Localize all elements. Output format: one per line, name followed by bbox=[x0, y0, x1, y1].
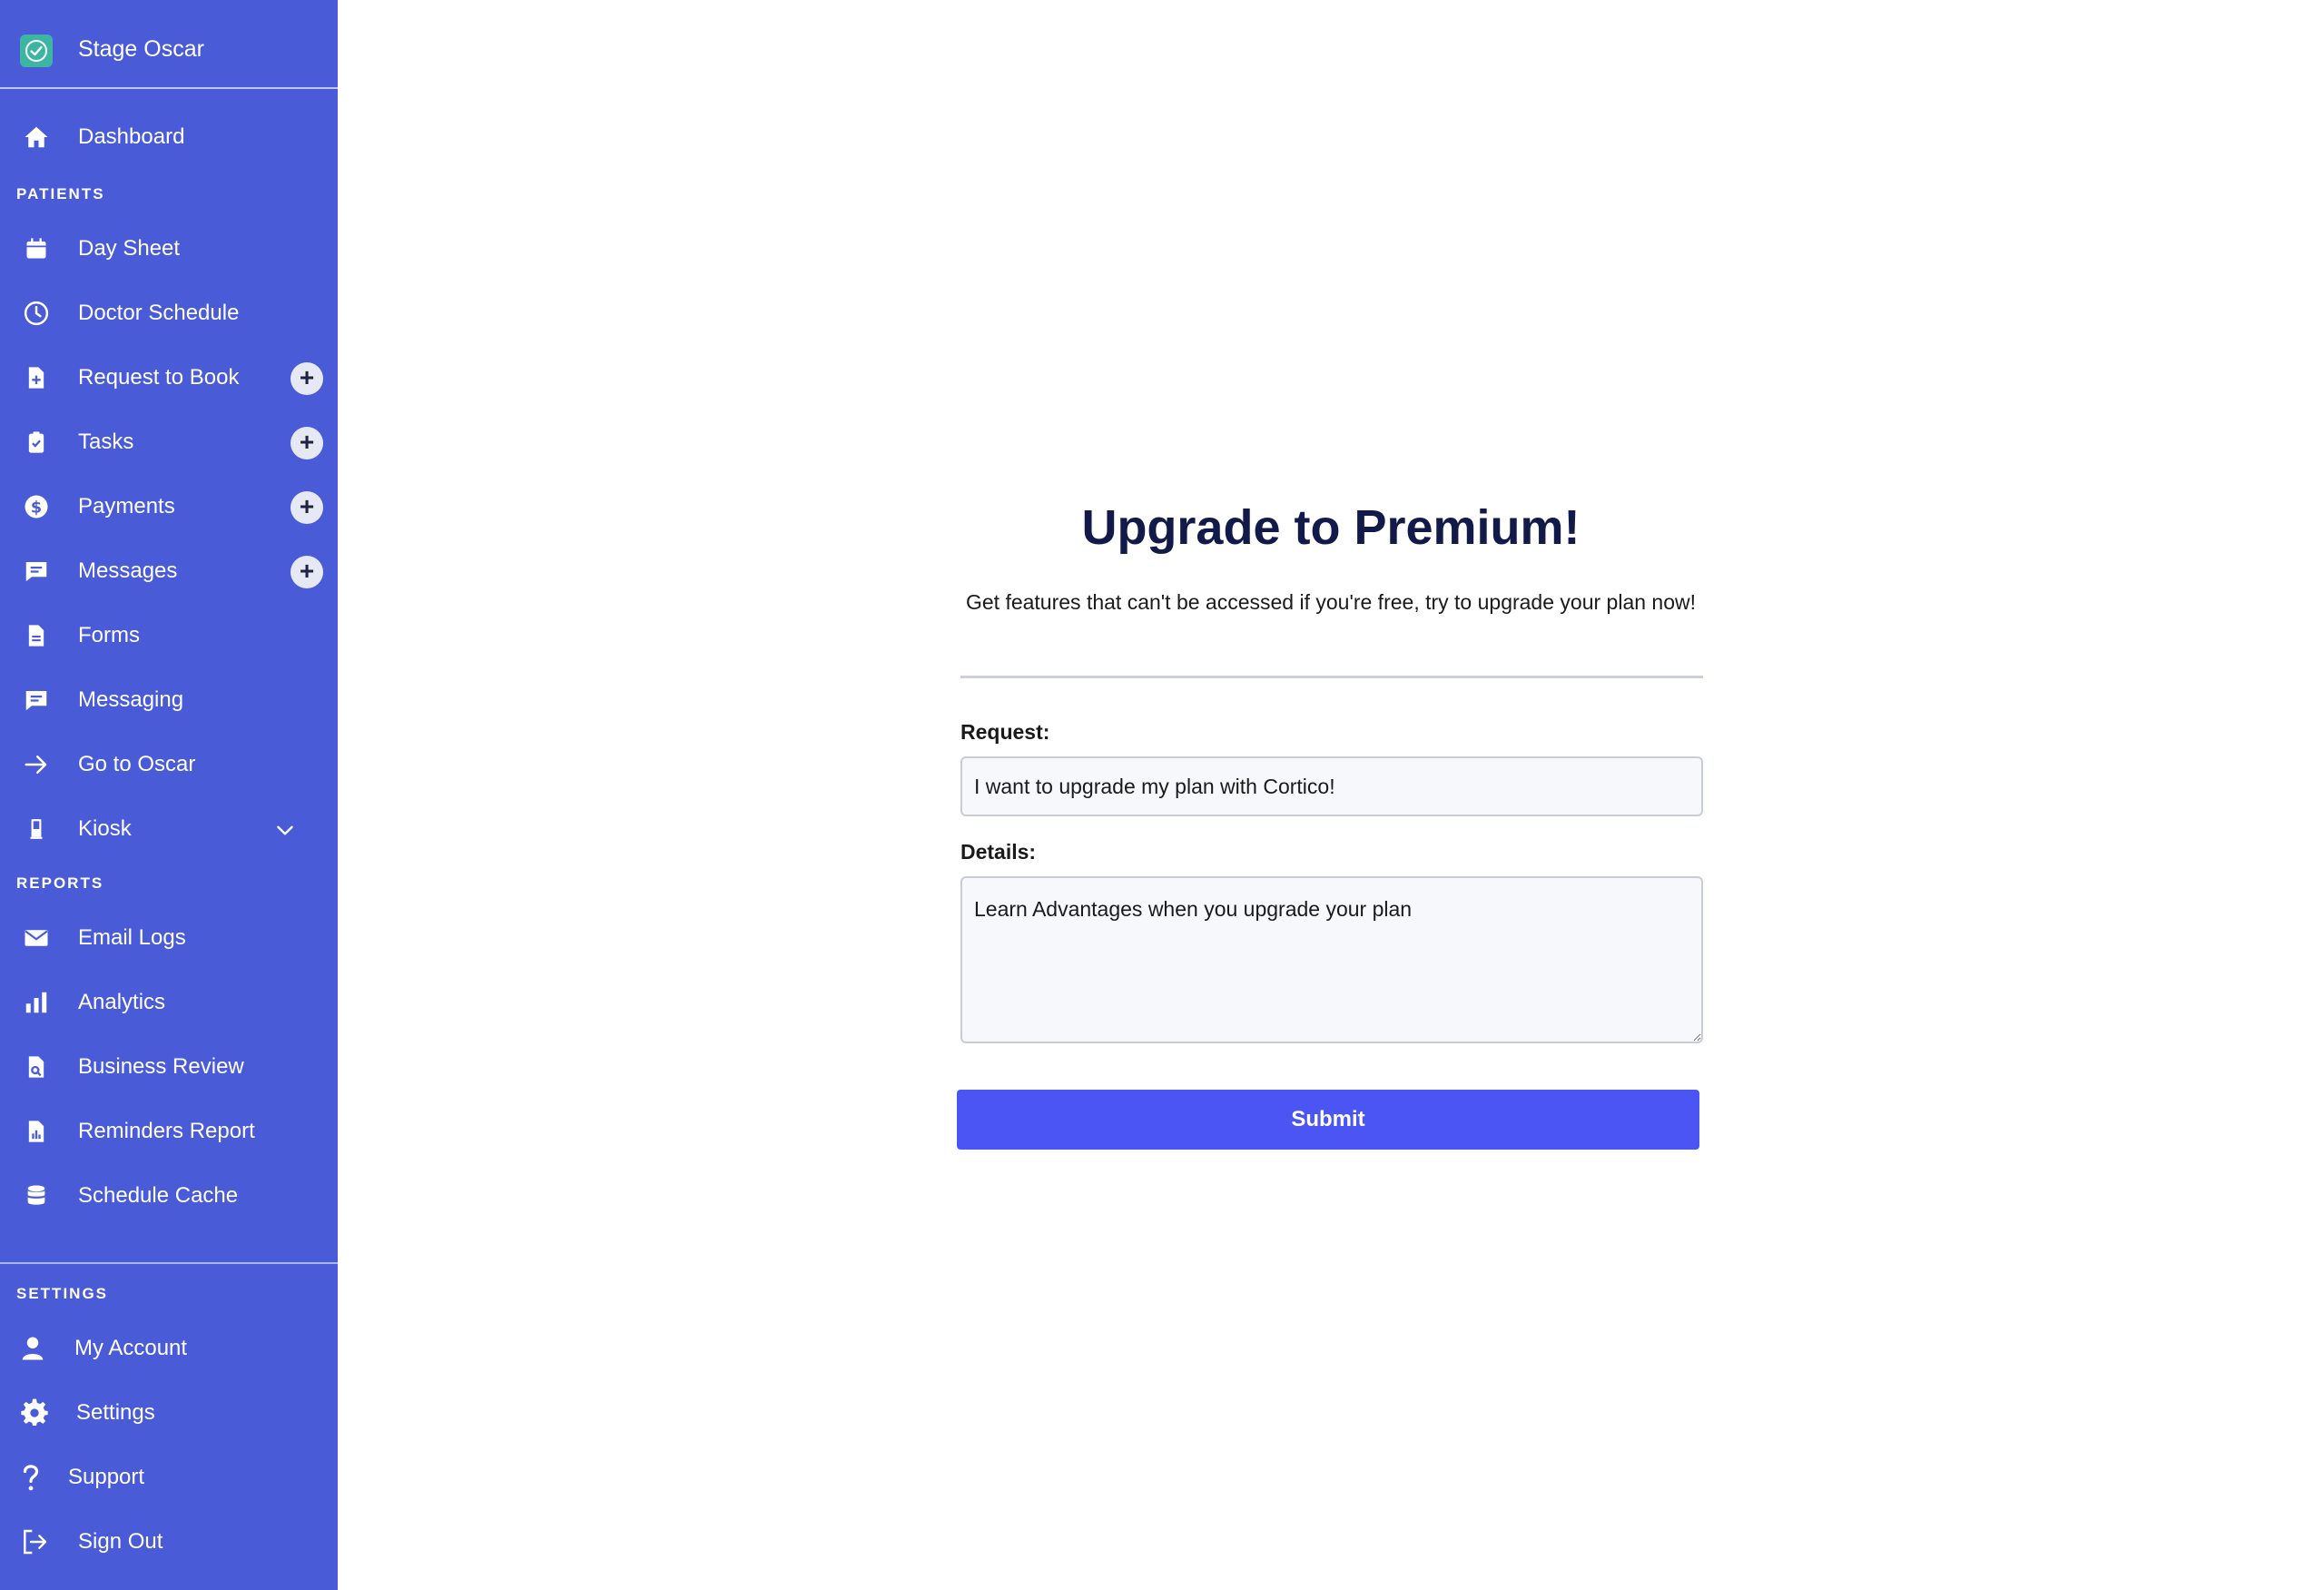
sidebar-item-label: Go to Oscar bbox=[78, 752, 196, 776]
add-request-button[interactable]: + bbox=[290, 362, 323, 395]
sidebar-item-label: Schedule Cache bbox=[78, 1183, 239, 1208]
section-heading-reports: REPORTS bbox=[16, 874, 104, 892]
document-search-icon bbox=[22, 1052, 51, 1081]
divider bbox=[960, 676, 1703, 678]
chat-icon bbox=[22, 686, 51, 715]
sidebar-item-label: Messaging bbox=[78, 687, 184, 712]
sidebar-item-settings[interactable]: Settings bbox=[0, 1385, 338, 1441]
upgrade-form: Upgrade to Premium! Get features that ca… bbox=[957, 499, 1703, 1153]
user-icon bbox=[18, 1334, 47, 1363]
sidebar-item-label: Sign Out bbox=[78, 1529, 163, 1554]
sidebar-item-label: Analytics bbox=[78, 990, 166, 1014]
brand-header[interactable]: Stage Oscar bbox=[0, 0, 338, 89]
sidebar-item-label: Doctor Schedule bbox=[78, 301, 240, 325]
sidebar-item-request-to-book[interactable]: Request to Book + bbox=[0, 350, 338, 406]
details-textarea[interactable]: Learn Advantages when you upgrade your p… bbox=[960, 876, 1703, 1043]
section-heading-patients: PATIENTS bbox=[16, 185, 105, 202]
sidebar-item-label: Day Sheet bbox=[78, 236, 181, 261]
svg-text:$: $ bbox=[31, 499, 42, 517]
request-label: Request: bbox=[960, 720, 1050, 744]
sidebar-item-label: Request to Book bbox=[78, 365, 240, 390]
sidebar-divider bbox=[0, 1262, 338, 1264]
sidebar-item-label: Support bbox=[68, 1465, 145, 1489]
bar-chart-icon bbox=[22, 988, 51, 1017]
chevron-down-icon[interactable] bbox=[269, 814, 301, 846]
sidebar-item-label: Forms bbox=[78, 623, 140, 647]
check-logo-icon bbox=[20, 35, 53, 67]
sidebar-item-analytics[interactable]: Analytics bbox=[0, 974, 338, 1031]
sidebar-item-kiosk[interactable]: Kiosk bbox=[0, 801, 338, 857]
calendar-icon bbox=[22, 234, 51, 263]
sidebar-item-reminders-report[interactable]: Reminders Report bbox=[0, 1103, 338, 1160]
sidebar: Stage Oscar Dashboard PATIENTS Day Sheet… bbox=[0, 0, 338, 1590]
sidebar-item-schedule-cache[interactable]: Schedule Cache bbox=[0, 1168, 338, 1224]
sidebar-item-label: Business Review bbox=[78, 1054, 244, 1079]
sidebar-item-email-logs[interactable]: Email Logs bbox=[0, 910, 338, 966]
clipboard-check-icon bbox=[22, 428, 51, 457]
sidebar-item-payments[interactable]: $ Payments + bbox=[0, 479, 338, 535]
arrow-right-icon bbox=[22, 750, 51, 779]
sidebar-item-label: My Account bbox=[74, 1336, 188, 1360]
sidebar-item-doctor-schedule[interactable]: Doctor Schedule bbox=[0, 285, 338, 341]
brand-name: Stage Oscar bbox=[78, 36, 204, 62]
add-task-button[interactable]: + bbox=[290, 427, 323, 459]
sidebar-item-forms[interactable]: Forms bbox=[0, 607, 338, 664]
sidebar-item-support[interactable]: Support bbox=[0, 1449, 338, 1506]
sidebar-item-sign-out[interactable]: Sign Out bbox=[0, 1514, 338, 1570]
home-icon bbox=[22, 123, 51, 152]
mail-icon bbox=[22, 923, 51, 953]
sidebar-item-label: Payments bbox=[78, 494, 175, 518]
page-title: Upgrade to Premium! bbox=[1081, 500, 1581, 555]
add-payment-button[interactable]: + bbox=[290, 491, 323, 524]
clock-icon bbox=[22, 299, 51, 328]
kiosk-icon bbox=[22, 815, 51, 844]
request-input[interactable] bbox=[960, 756, 1703, 816]
details-label: Details: bbox=[960, 840, 1037, 864]
sidebar-item-label: Settings bbox=[76, 1400, 155, 1425]
gear-icon bbox=[20, 1398, 49, 1427]
sidebar-item-business-review[interactable]: Business Review bbox=[0, 1039, 338, 1095]
sidebar-item-label: Kiosk bbox=[78, 816, 132, 841]
sidebar-item-label: Tasks bbox=[78, 430, 134, 454]
sidebar-item-go-to-oscar[interactable]: Go to Oscar bbox=[0, 736, 338, 793]
question-icon bbox=[16, 1463, 45, 1492]
sidebar-item-label: Messages bbox=[78, 558, 178, 583]
submit-button[interactable]: Submit bbox=[957, 1090, 1699, 1150]
sidebar-item-messaging[interactable]: Messaging bbox=[0, 672, 338, 728]
sidebar-item-messages[interactable]: Messages + bbox=[0, 543, 338, 599]
sidebar-item-my-account[interactable]: My Account bbox=[0, 1320, 338, 1377]
report-icon bbox=[22, 1117, 51, 1146]
sidebar-item-label: Reminders Report bbox=[78, 1119, 255, 1143]
sidebar-item-dashboard[interactable]: Dashboard bbox=[0, 109, 338, 165]
dollar-icon: $ bbox=[22, 492, 51, 521]
page-subtitle: Get features that can't be accessed if y… bbox=[965, 590, 1696, 614]
add-message-button[interactable]: + bbox=[290, 556, 323, 588]
sidebar-item-tasks[interactable]: Tasks + bbox=[0, 414, 338, 470]
database-icon bbox=[22, 1181, 51, 1210]
section-heading-settings: SETTINGS bbox=[16, 1285, 109, 1302]
document-plus-icon bbox=[22, 363, 51, 392]
sidebar-item-day-sheet[interactable]: Day Sheet bbox=[0, 221, 338, 277]
chat-icon bbox=[22, 557, 51, 586]
document-icon bbox=[22, 621, 51, 650]
sidebar-item-label: Dashboard bbox=[78, 124, 185, 149]
sign-out-icon bbox=[20, 1527, 49, 1556]
sidebar-item-label: Email Logs bbox=[78, 925, 186, 950]
